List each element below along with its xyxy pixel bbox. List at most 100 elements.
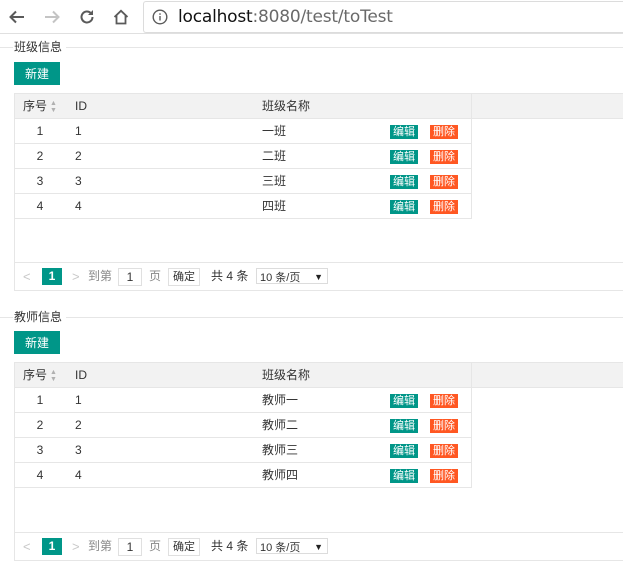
row-index: 3 xyxy=(36,174,44,188)
edit-button[interactable]: 编辑 xyxy=(390,394,418,408)
header-divider xyxy=(471,94,472,118)
new-teacher-button[interactable]: 新建 xyxy=(14,331,60,354)
table-row: 4 4 四班 编辑 删除 xyxy=(15,194,472,219)
row-id: 1 xyxy=(75,124,82,138)
table-row: 1 1 教师一 编辑 删除 xyxy=(15,388,472,413)
page-size-select[interactable]: 10 条/页 ▼ xyxy=(256,538,328,554)
delete-button[interactable]: 删除 xyxy=(430,394,458,408)
row-index: 1 xyxy=(36,124,44,138)
delete-button[interactable]: 删除 xyxy=(430,125,458,139)
row-id: 1 xyxy=(75,393,82,407)
class-table: 序号 ▲ ▼ ID 班级名称 1 1 一班 编辑 删除 2 2 二班 编辑 删除 3… xyxy=(14,93,623,263)
delete-button[interactable]: 删除 xyxy=(430,444,458,458)
current-page[interactable]: 1 xyxy=(42,538,62,555)
next-page-icon[interactable]: > xyxy=(72,263,80,290)
page-size-value: 10 条/页 xyxy=(260,272,301,284)
header-index-label: 序号 xyxy=(23,368,48,382)
reload-button[interactable] xyxy=(74,4,100,30)
row-id: 4 xyxy=(75,199,82,213)
edit-button[interactable]: 编辑 xyxy=(390,419,418,433)
back-button[interactable] xyxy=(4,4,30,30)
page-label: 页 xyxy=(149,539,162,553)
arrow-left-icon xyxy=(9,10,24,24)
row-id: 4 xyxy=(75,468,82,482)
delete-button[interactable]: 删除 xyxy=(430,200,458,214)
page-size-value: 10 条/页 xyxy=(260,542,301,554)
delete-button[interactable]: 删除 xyxy=(430,469,458,483)
row-name: 四班 xyxy=(262,199,287,213)
edit-button[interactable]: 编辑 xyxy=(390,175,418,189)
home-icon xyxy=(113,9,129,25)
info-icon xyxy=(152,9,168,25)
prev-page-icon[interactable]: < xyxy=(23,533,31,560)
edit-button[interactable]: 编辑 xyxy=(390,200,418,214)
row-index: 3 xyxy=(36,443,44,457)
row-index: 2 xyxy=(36,149,44,163)
header-index-label: 序号 xyxy=(23,99,48,113)
header-index[interactable]: 序号 ▲ ▼ xyxy=(23,363,57,387)
edit-button[interactable]: 编辑 xyxy=(390,125,418,139)
section-title: 教师信息 xyxy=(13,308,67,325)
reload-icon xyxy=(80,10,94,24)
section-divider xyxy=(0,47,623,48)
delete-button[interactable]: 删除 xyxy=(430,150,458,164)
arrow-right-icon xyxy=(45,10,60,24)
header-name: 班级名称 xyxy=(262,368,311,382)
address-bar[interactable]: localhost:8080/test/toTest xyxy=(143,1,623,33)
row-index: 2 xyxy=(36,418,44,432)
sort-icon[interactable]: ▲ ▼ xyxy=(50,369,57,383)
edit-button[interactable]: 编辑 xyxy=(390,444,418,458)
next-page-icon[interactable]: > xyxy=(72,533,80,560)
teacher-table: 序号 ▲ ▼ ID 班级名称 1 1 教师一 编辑 删除 2 2 教师二 编辑 删除… xyxy=(14,362,623,533)
delete-button[interactable]: 删除 xyxy=(430,419,458,433)
table-header: 序号 ▲ ▼ ID 班级名称 xyxy=(15,363,623,388)
sort-icon[interactable]: ▲ ▼ xyxy=(50,100,57,114)
goto-label: 到第 xyxy=(88,269,113,283)
url-host: localhost xyxy=(178,7,253,27)
dropdown-arrow-icon: ▼ xyxy=(314,542,323,552)
edit-button[interactable]: 编辑 xyxy=(390,150,418,164)
new-class-button[interactable]: 新建 xyxy=(14,62,60,85)
row-id: 3 xyxy=(75,174,82,188)
delete-button[interactable]: 删除 xyxy=(430,175,458,189)
header-id: ID xyxy=(75,99,87,113)
page-input[interactable]: 1 xyxy=(118,538,142,556)
header-name: 班级名称 xyxy=(262,99,311,113)
prev-page-icon[interactable]: < xyxy=(23,263,31,290)
row-id: 2 xyxy=(75,418,82,432)
section-divider xyxy=(0,317,623,318)
browser-toolbar: localhost:8080/test/toTest xyxy=(0,0,623,34)
home-button[interactable] xyxy=(108,4,134,30)
row-index: 4 xyxy=(36,468,44,482)
table-header: 序号 ▲ ▼ ID 班级名称 xyxy=(15,94,623,119)
row-name: 教师四 xyxy=(262,468,299,482)
header-divider xyxy=(471,363,472,387)
page-label: 页 xyxy=(149,269,162,283)
table-row: 2 2 教师二 编辑 删除 xyxy=(15,413,472,438)
url-text: localhost:8080/test/toTest xyxy=(178,7,393,27)
row-name: 教师三 xyxy=(262,443,299,457)
confirm-button[interactable]: 确定 xyxy=(168,268,200,286)
row-name: 一班 xyxy=(262,124,287,138)
row-id: 3 xyxy=(75,443,82,457)
row-index: 4 xyxy=(36,199,44,213)
forward-button[interactable] xyxy=(39,4,65,30)
table-row: 3 3 三班 编辑 删除 xyxy=(15,169,472,194)
row-id: 2 xyxy=(75,149,82,163)
dropdown-arrow-icon: ▼ xyxy=(314,272,323,282)
row-name: 教师二 xyxy=(262,418,299,432)
confirm-button[interactable]: 确定 xyxy=(168,538,200,556)
goto-label: 到第 xyxy=(88,539,113,553)
url-path: :8080/test/toTest xyxy=(252,7,393,27)
edit-button[interactable]: 编辑 xyxy=(390,469,418,483)
table-row: 3 3 教师三 编辑 删除 xyxy=(15,438,472,463)
header-index[interactable]: 序号 ▲ ▼ xyxy=(23,94,57,118)
table-row: 2 2 二班 编辑 删除 xyxy=(15,144,472,169)
page-size-select[interactable]: 10 条/页 ▼ xyxy=(256,268,328,284)
total-count: 共 4 条 xyxy=(211,539,249,553)
current-page[interactable]: 1 xyxy=(42,268,62,285)
section-title: 班级信息 xyxy=(13,38,67,55)
page-input[interactable]: 1 xyxy=(118,268,142,286)
row-name: 二班 xyxy=(262,149,287,163)
row-name: 教师一 xyxy=(262,393,299,407)
